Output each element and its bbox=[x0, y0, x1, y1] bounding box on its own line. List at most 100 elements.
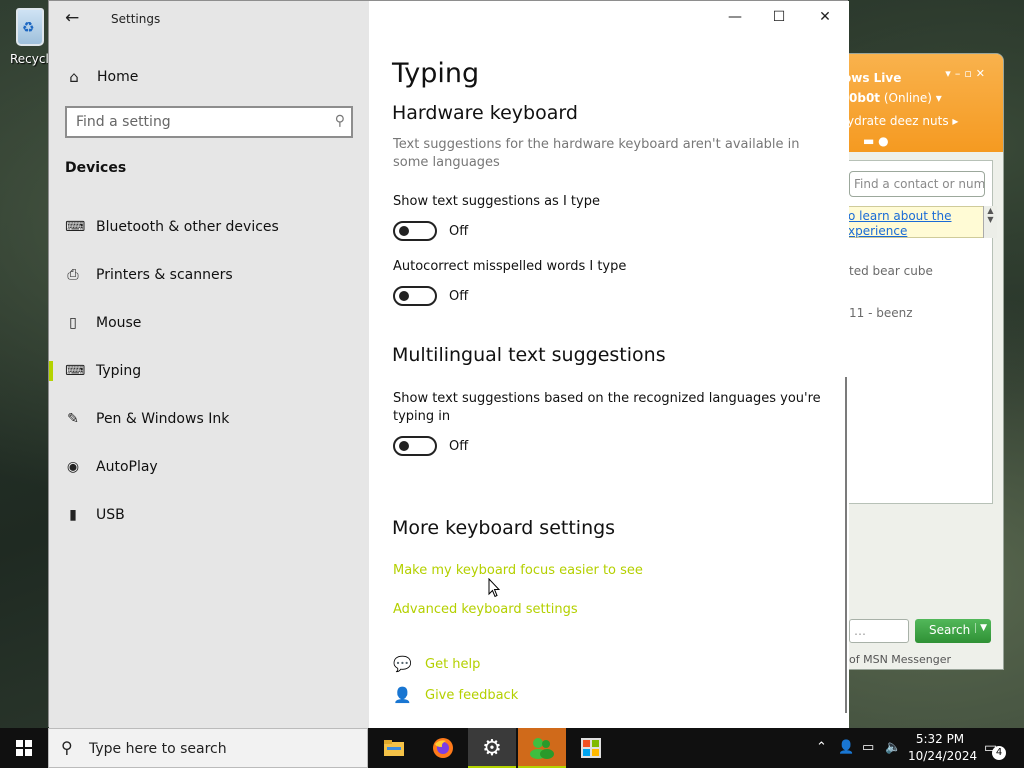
msn-search-button-label: Search bbox=[929, 623, 971, 637]
msn-toolbar-icons[interactable]: ▬ ● bbox=[863, 134, 889, 148]
msn-web-search-input[interactable]: … bbox=[849, 619, 909, 643]
show-suggestions-toggle[interactable] bbox=[393, 221, 437, 241]
msn-xbox-icon[interactable]: ● bbox=[878, 134, 888, 148]
taskbar-msn-messenger[interactable] bbox=[518, 728, 566, 768]
msn-window-controls[interactable]: ▾–▫✕ bbox=[945, 67, 989, 80]
sidebar-item-label: Typing bbox=[96, 363, 142, 379]
autoplay-icon: ◉ bbox=[66, 459, 80, 475]
sidebar-item-typing[interactable]: ⌨ Typing bbox=[49, 351, 369, 391]
msn-minimize-icon[interactable]: – bbox=[955, 67, 965, 80]
gear-icon: ⚙ bbox=[482, 735, 502, 761]
msn-notice-link[interactable]: o learn about the xperience bbox=[845, 206, 989, 238]
notification-count-badge: 4 bbox=[992, 746, 1006, 760]
search-icon[interactable]: ⚲ bbox=[335, 113, 345, 129]
keyboard-focus-link[interactable]: Make my keyboard focus easier to see bbox=[393, 563, 643, 578]
taskbar-search-box[interactable]: ⚲ Type here to search bbox=[48, 728, 368, 768]
msn-personal-message[interactable]: ydrate deez nuts ▸ bbox=[847, 114, 958, 128]
content-scrollbar[interactable] bbox=[845, 377, 847, 713]
home-nav-item[interactable]: ⌂ Home bbox=[65, 67, 138, 87]
chevron-up-icon[interactable]: ⌃ bbox=[816, 740, 827, 755]
folder-icon bbox=[384, 740, 404, 756]
help-chat-icon: 💬 bbox=[393, 655, 412, 673]
autocorrect-toggle[interactable] bbox=[393, 286, 437, 306]
give-feedback-link[interactable]: 👤 Give feedback bbox=[393, 686, 518, 704]
msn-maximize-icon[interactable]: ▫ bbox=[964, 67, 975, 80]
settings-window[interactable]: ← Settings ⌂ Home Find a setting ⚲ Devic… bbox=[48, 0, 849, 728]
more-keyboard-heading: More keyboard settings bbox=[392, 517, 616, 539]
advanced-keyboard-link[interactable]: Advanced keyboard settings bbox=[393, 602, 578, 617]
sidebar-item-usb[interactable]: ▮ USB bbox=[49, 495, 369, 535]
maximize-icon[interactable]: ☐ bbox=[769, 9, 789, 25]
msn-tray-icon[interactable]: 👤 bbox=[838, 740, 854, 755]
windows-logo-icon bbox=[16, 740, 32, 756]
sidebar-item-pen[interactable]: ✎ Pen & Windows Ink bbox=[49, 399, 369, 439]
msn-close-icon[interactable]: ✕ bbox=[976, 67, 989, 80]
show-suggestions-state: Off bbox=[449, 224, 469, 239]
msn-status: (Online) bbox=[883, 91, 932, 105]
feedback-icon: 👤 bbox=[393, 686, 412, 704]
taskbar-search-placeholder: Type here to search bbox=[89, 741, 227, 757]
msn-footer: of MSN Messenger bbox=[849, 653, 952, 666]
clock-time: 5:32 PM bbox=[915, 732, 965, 746]
msn-contact-search-input[interactable]: Find a contact or number bbox=[849, 171, 985, 197]
taskbar: ⚲ Type here to search ⚙ ⌃ 👤 ▭ 🔈 5:32 PM … bbox=[0, 728, 1024, 768]
start-button[interactable] bbox=[0, 728, 48, 768]
get-help-link[interactable]: 💬 Get help bbox=[393, 655, 480, 673]
msn-username: 0b0t bbox=[849, 91, 881, 105]
msn-contact-item[interactable]: 11 - beenz bbox=[849, 306, 913, 320]
sidebar-item-bluetooth[interactable]: ⌨ Bluetooth & other devices bbox=[49, 207, 369, 247]
sidebar-item-mouse[interactable]: ▯ Mouse bbox=[49, 303, 369, 343]
network-icon[interactable]: ▭ bbox=[862, 740, 874, 755]
msn-folder-icon[interactable]: ▬ bbox=[863, 134, 874, 148]
msn-contact-item[interactable]: ted bear cube bbox=[849, 264, 933, 278]
msn-notice-scrollbar[interactable]: ▲ ▼ bbox=[983, 206, 997, 238]
msn-search-button[interactable]: Search ▼ bbox=[915, 619, 991, 643]
printer-icon: ⎙ bbox=[67, 267, 79, 283]
msn-notice-line1: o learn about the bbox=[848, 209, 952, 223]
recycle-bin-icon: ♻ bbox=[16, 8, 44, 46]
settings-content: — ☐ ✕ Typing Hardware keyboard Text sugg… bbox=[369, 1, 849, 728]
store-icon bbox=[581, 738, 601, 758]
toggle-knob bbox=[399, 441, 409, 451]
notification-center-button[interactable]: ▭ 4 bbox=[984, 740, 1006, 760]
multilingual-toggle[interactable] bbox=[393, 436, 437, 456]
sidebar-item-label: Mouse bbox=[96, 315, 142, 331]
sidebar-item-label: AutoPlay bbox=[96, 459, 158, 475]
sidebar-item-autoplay[interactable]: ◉ AutoPlay bbox=[49, 447, 369, 487]
find-setting-input[interactable]: Find a setting ⚲ bbox=[65, 106, 353, 138]
msn-personal-message-text: ydrate deez nuts bbox=[847, 114, 949, 128]
home-label: Home bbox=[97, 69, 139, 85]
msn-notice-line2: xperience bbox=[848, 224, 908, 238]
recycle-bin[interactable]: ♻ Recycle bbox=[10, 8, 56, 66]
clock-date: 10/24/2024 bbox=[908, 749, 978, 763]
toggle-knob bbox=[399, 291, 409, 301]
volume-icon[interactable]: 🔈 bbox=[885, 740, 901, 755]
firefox-icon bbox=[433, 738, 453, 758]
multilingual-state: Off bbox=[449, 439, 469, 454]
msn-buddy-icon bbox=[530, 738, 554, 759]
msn-title: ows Live bbox=[843, 71, 902, 85]
usb-icon: ▮ bbox=[69, 507, 77, 523]
chevron-down-icon[interactable]: ▼ bbox=[975, 623, 987, 633]
taskbar-firefox[interactable] bbox=[419, 728, 467, 768]
minimize-icon[interactable]: — bbox=[725, 9, 745, 25]
bluetooth-devices-icon: ⌨ bbox=[65, 219, 86, 235]
mouse-cursor-icon bbox=[488, 578, 500, 598]
sidebar-item-printers[interactable]: ⎙ Printers & scanners bbox=[49, 255, 369, 295]
home-icon: ⌂ bbox=[69, 68, 79, 86]
back-arrow-icon[interactable]: ← bbox=[65, 8, 79, 28]
autocorrect-state: Off bbox=[449, 289, 469, 304]
app-title: Settings bbox=[111, 12, 161, 26]
page-title: Typing bbox=[392, 58, 480, 89]
show-suggestions-label: Show text suggestions as I type bbox=[393, 194, 600, 209]
sidebar-item-label: USB bbox=[96, 507, 125, 523]
taskbar-store[interactable] bbox=[567, 728, 615, 768]
taskbar-settings[interactable]: ⚙ bbox=[468, 728, 516, 768]
system-clock[interactable]: 5:32 PM 10/24/2024 bbox=[908, 731, 978, 765]
msn-messenger-window[interactable]: ows Live ▾–▫✕ 0b0t (Online) ▾ ydrate dee… bbox=[836, 53, 1004, 670]
msn-menu-icon[interactable]: ▾ bbox=[945, 67, 955, 80]
taskbar-file-explorer[interactable] bbox=[370, 728, 418, 768]
active-indicator bbox=[49, 361, 53, 381]
close-icon[interactable]: ✕ bbox=[815, 9, 835, 25]
msn-user-line[interactable]: 0b0t (Online) ▾ bbox=[849, 91, 942, 105]
